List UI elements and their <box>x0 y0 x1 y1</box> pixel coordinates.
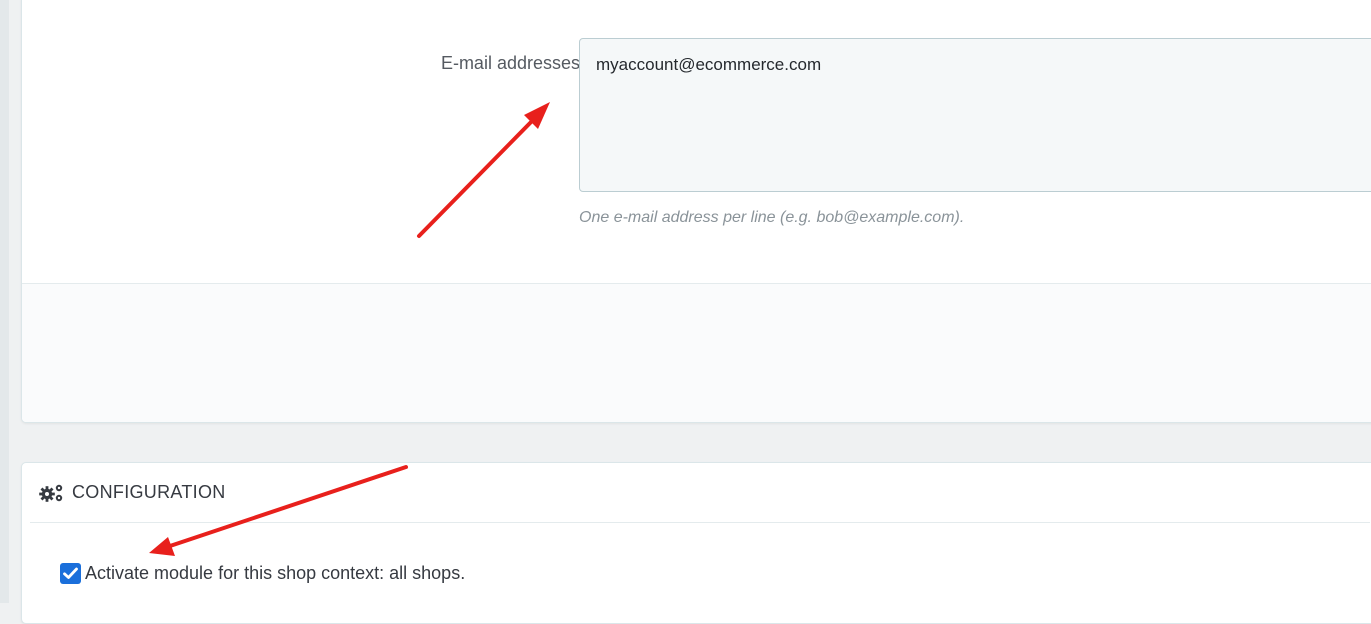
configuration-heading: CONFIGURATION <box>30 463 1370 523</box>
email-help-text: One e-mail address per line (e.g. bob@ex… <box>579 209 965 226</box>
activate-module-checkbox[interactable] <box>60 563 81 584</box>
panel-footer <box>22 283 1371 422</box>
activate-module-label: Activate module for this shop context: a… <box>85 563 466 583</box>
left-rail <box>0 0 9 603</box>
activate-module-row: Activate module for this shop context: a… <box>60 563 465 584</box>
email-addresses-label: E-mail addresses <box>440 53 580 73</box>
configuration-panel: CONFIGURATION Activate module for this s… <box>21 462 1371 624</box>
gears-icon <box>38 482 66 504</box>
check-icon <box>63 567 78 579</box>
configuration-title: CONFIGURATION <box>72 482 226 502</box>
email-form-row: E-mail addresses myaccount@ecommerce.com… <box>22 0 1371 283</box>
email-settings-panel: E-mail addresses myaccount@ecommerce.com… <box>21 0 1371 423</box>
email-addresses-textarea[interactable]: myaccount@ecommerce.com <box>579 38 1371 192</box>
